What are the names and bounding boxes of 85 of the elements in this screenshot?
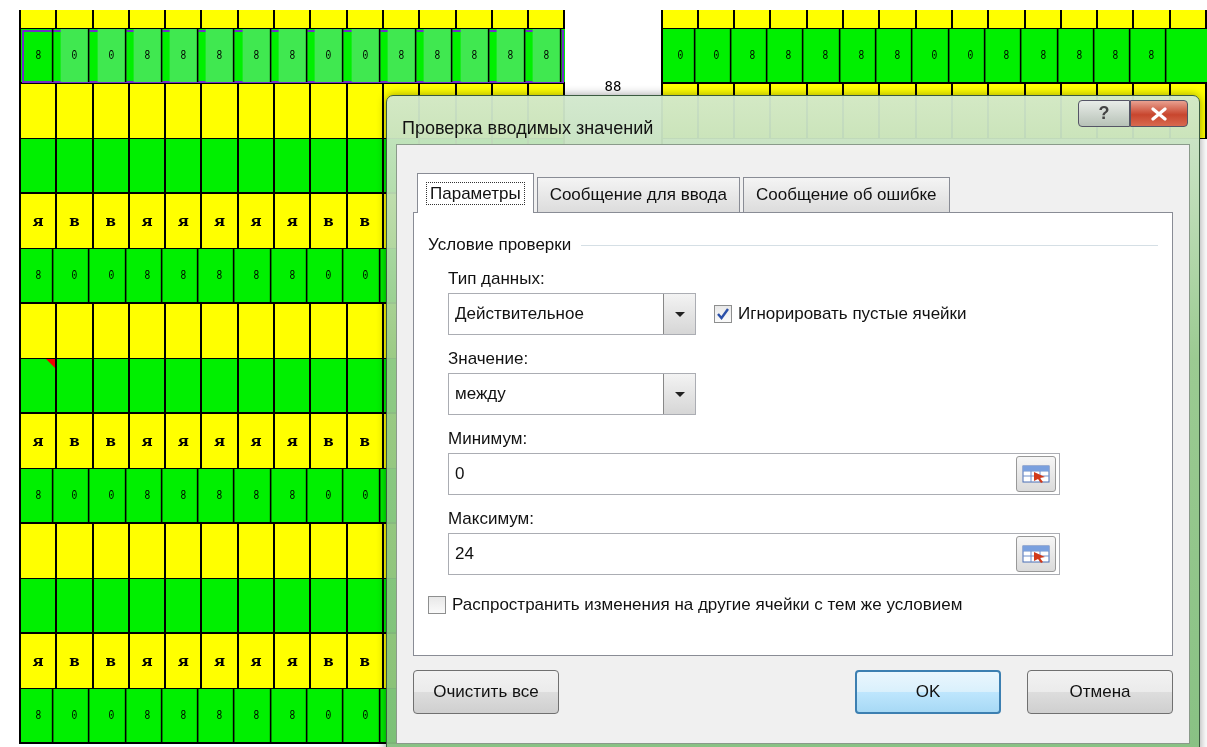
dialog-button[interactable]: Отмена (1027, 670, 1173, 714)
table-cell: 8 (242, 29, 272, 82)
field-label: Тип данных: (448, 269, 545, 289)
table-cell: 0 (315, 469, 345, 522)
help-button[interactable]: ? (1078, 100, 1130, 127)
range-select-icon[interactable] (1016, 456, 1056, 492)
table-cell: 0 (60, 249, 90, 302)
table-cell: 8 (206, 689, 236, 742)
table-cell: 8 (1029, 29, 1059, 82)
table-cell: 0 (702, 29, 732, 82)
table-cell: 8 (169, 469, 199, 522)
table-cell: 0 (351, 689, 381, 742)
close-button[interactable] (1130, 100, 1188, 127)
table-cell: 8 (169, 29, 199, 82)
table-cell: 8 (24, 249, 54, 302)
tab[interactable]: Сообщение для ввода (536, 177, 740, 212)
dialog-button[interactable]: Очистить все (413, 670, 559, 714)
table-cell: 8 (532, 29, 562, 82)
close-icon[interactable] (1150, 106, 1168, 121)
input-field[interactable]: 24 (448, 533, 1060, 575)
table-cell: 8 (1101, 29, 1131, 82)
table-cell: 8 (242, 469, 272, 522)
table-cell: 8 (242, 689, 272, 742)
field-label: Максимум: (448, 509, 535, 529)
table-cell: 8 (423, 29, 453, 82)
field-label: Минимум: (448, 429, 528, 449)
table-cell: 0 (315, 249, 345, 302)
table-cell: 8 (460, 29, 490, 82)
table-cell: 8 (133, 689, 163, 742)
table-cell: 8 (242, 249, 272, 302)
cell-value: 88 (604, 78, 622, 94)
table-cell: 8 (775, 29, 805, 82)
table-cell: 8 (1065, 29, 1095, 82)
range-select-icon[interactable] (1016, 536, 1056, 572)
checkbox[interactable] (428, 596, 446, 614)
table-cell: 8 (133, 469, 163, 522)
table-cell: 8 (24, 469, 54, 522)
table-cell: 0 (351, 249, 381, 302)
table-cell: 8 (496, 29, 526, 82)
table-cell: 0 (97, 469, 127, 522)
tab[interactable]: Параметры (417, 173, 534, 213)
table-cell: 0 (666, 29, 696, 82)
table-cell: 0 (97, 29, 127, 82)
table-cell: 8 (169, 689, 199, 742)
table-cell: 8 (133, 29, 163, 82)
table-cell: 8 (133, 249, 163, 302)
table-cell: 8 (811, 29, 841, 82)
table-cell: 8 (278, 29, 308, 82)
table-cell: 0 (315, 689, 345, 742)
table-cell: 0 (60, 29, 90, 82)
checkbox[interactable] (714, 305, 732, 323)
field-label: Значение: (448, 349, 529, 369)
group-title: Условие проверки (428, 235, 572, 255)
table-cell: 8 (738, 29, 768, 82)
table-cell: 8 (278, 249, 308, 302)
table-cell: 8 (883, 29, 913, 82)
checkbox-label[interactable]: Распространить изменения на другие ячейки с тем же условием (452, 595, 963, 615)
input-field[interactable]: 0 (448, 453, 1060, 495)
table-cell: 8 (24, 689, 54, 742)
table-cell: 0 (97, 689, 127, 742)
table-cell: 0 (60, 689, 90, 742)
table-cell: 8 (206, 29, 236, 82)
table-cell: 8 (278, 469, 308, 522)
table-cell: 8 (24, 29, 54, 82)
table-cell: 8 (206, 249, 236, 302)
table-cell: 8 (992, 29, 1022, 82)
table-cell: 8 (387, 29, 417, 82)
table-cell: 0 (920, 29, 950, 82)
table-cell: 8 (847, 29, 877, 82)
table-cell: 8 (169, 249, 199, 302)
window-title: Проверка вводимых значений (402, 118, 654, 138)
table-cell: 0 (351, 29, 381, 82)
dropdown[interactable]: Действительное (448, 293, 696, 335)
table-cell: 0 (956, 29, 986, 82)
table-cell: 8 (206, 469, 236, 522)
tab[interactable]: Сообщение об ошибке (742, 177, 950, 212)
dialog-button[interactable]: OK (855, 670, 1001, 714)
table-cell: 0 (97, 249, 127, 302)
table-cell: 8 (278, 689, 308, 742)
table-cell: 8 (1138, 29, 1168, 82)
table-cell: 0 (315, 29, 345, 82)
checkbox-label[interactable]: Игнорировать пустые ячейки (738, 304, 967, 324)
table-cell: 0 (60, 469, 90, 522)
table-cell: 0 (351, 469, 381, 522)
dropdown[interactable]: между (448, 373, 696, 415)
